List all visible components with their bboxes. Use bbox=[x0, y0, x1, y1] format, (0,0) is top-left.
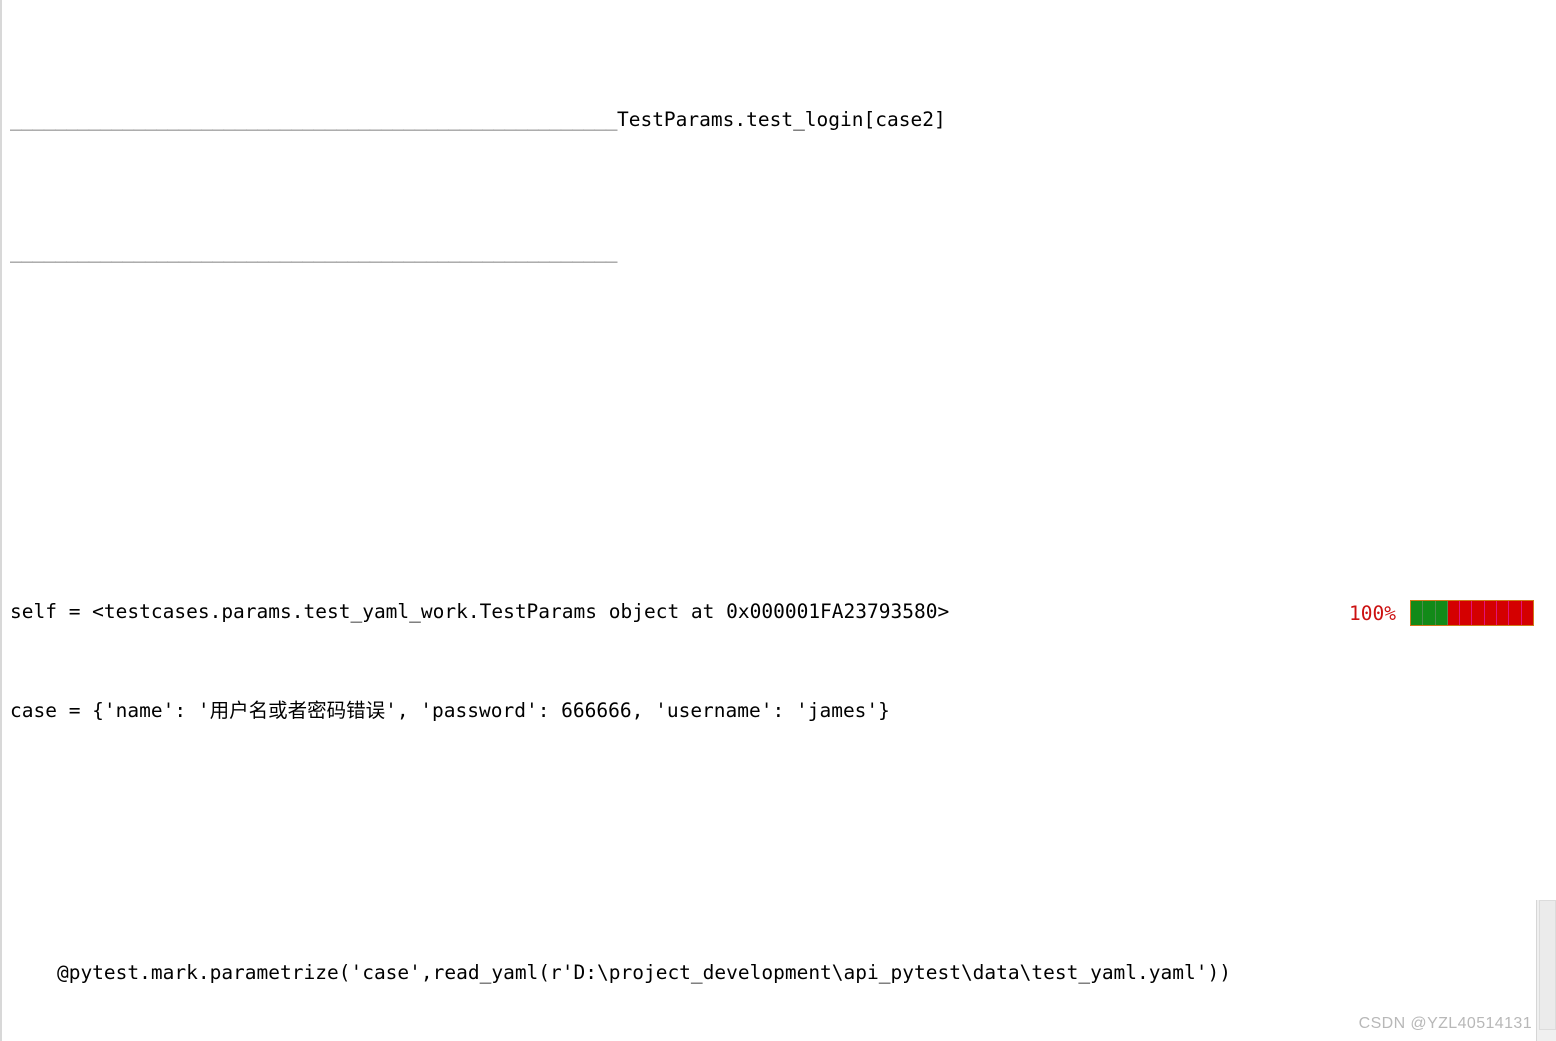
self-repr-line: self = <testcases.params.test_yaml_work.… bbox=[10, 600, 950, 624]
header-test-name: TestParams.test_login[case2] bbox=[616, 108, 946, 132]
separator-second-line: ________________________________________… bbox=[10, 236, 1547, 269]
progress-segment-fail bbox=[1447, 601, 1461, 625]
separator-top: ________________________________________… bbox=[10, 108, 617, 132]
separator-bottom: ________________________________________… bbox=[10, 239, 617, 263]
case-dict-line: case = {'name': '用户名或者密码错误', 'password':… bbox=[10, 698, 890, 722]
progress-segment-pass bbox=[1411, 601, 1424, 625]
separator-header-line: ________________________________________… bbox=[10, 104, 1547, 137]
progress-segment-pass bbox=[1435, 601, 1448, 625]
progress-segment-fail bbox=[1509, 601, 1522, 625]
progress-segment-pass bbox=[1423, 601, 1436, 625]
progress-segment-fail bbox=[1460, 601, 1473, 625]
progress-segment-fail bbox=[1521, 601, 1533, 625]
code-line-parametrize: @pytest.mark.parametrize('case',read_yam… bbox=[10, 961, 1231, 985]
progress-segment-fail bbox=[1472, 601, 1485, 625]
progress-bar bbox=[1410, 600, 1534, 626]
console-output: ________________________________________… bbox=[2, 0, 1547, 1041]
terminal-window: ________________________________________… bbox=[0, 0, 1556, 1041]
progress-segment-fail bbox=[1484, 601, 1498, 625]
scrollbar-thumb[interactable] bbox=[1539, 900, 1556, 1030]
watermark-label: CSDN @YZL40514131 bbox=[1358, 1015, 1532, 1032]
progress-indicator: 100% bbox=[1349, 598, 1534, 628]
vertical-scrollbar[interactable] bbox=[1536, 900, 1556, 1041]
progress-segment-fail bbox=[1497, 601, 1510, 625]
progress-percent-label: 100% bbox=[1349, 601, 1396, 625]
